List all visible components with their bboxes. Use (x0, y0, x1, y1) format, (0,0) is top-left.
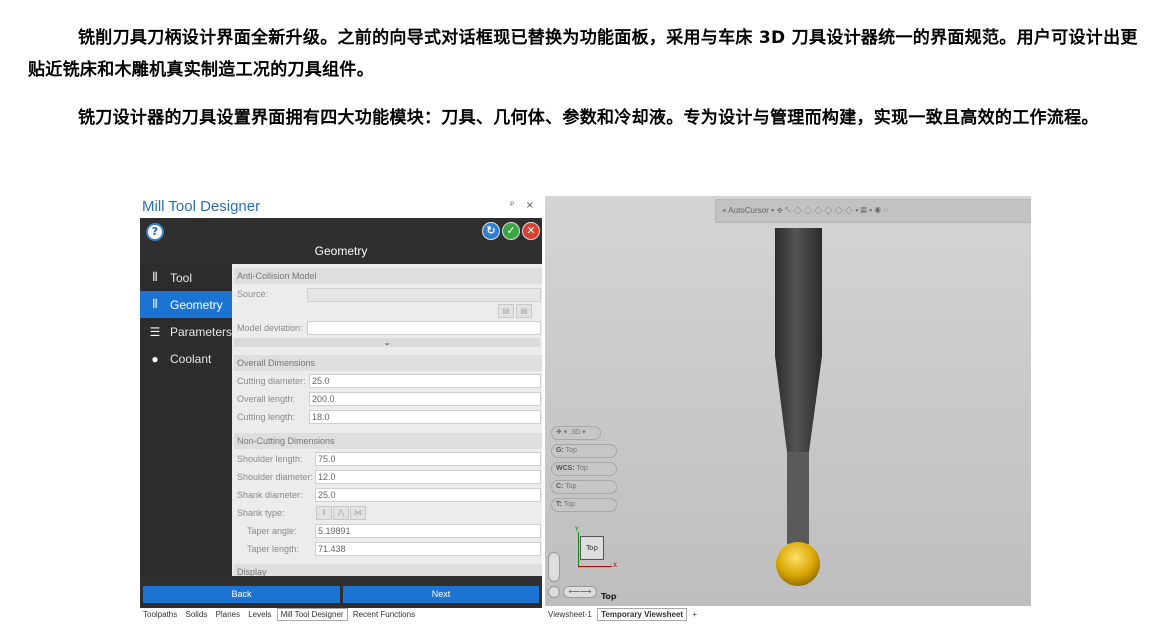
cancel-button[interactable]: ✕ (522, 222, 540, 240)
cplane-value: Top (565, 483, 577, 490)
tool-ball-tip (776, 542, 820, 586)
tab-solids[interactable]: Solids (182, 609, 210, 620)
shank-diameter-field[interactable]: 25.0 (315, 488, 541, 502)
chevron-down-icon[interactable]: ⌄ (234, 338, 540, 347)
view-3d-label[interactable]: 3D (571, 429, 580, 436)
cutting-length-label: Cutting length: (237, 412, 296, 422)
section-anti-collision[interactable]: Anti-Collision Model (234, 268, 542, 284)
overall-length-label: Overall length: (237, 394, 296, 404)
tool-shoulder (787, 452, 809, 544)
shoulder-diameter-field[interactable]: 12.0 (315, 470, 541, 484)
tplane-label: T: (556, 501, 562, 508)
sidebar-item-label: Tool (170, 270, 193, 285)
shank-diameter-label: Shank diameter: (237, 490, 303, 500)
model-deviation-label: Model deviation: (237, 323, 303, 333)
source-field[interactable] (307, 288, 541, 302)
cutting-length-field[interactable]: 18.0 (309, 410, 541, 424)
gview-value: Top (565, 447, 577, 454)
current-view-label: Top (601, 592, 617, 601)
sidebar-item-label: Coolant (170, 351, 212, 366)
tab-toolpaths[interactable]: Toolpaths (140, 609, 180, 620)
vertical-pan-control[interactable] (548, 552, 560, 582)
x-axis-label: X (613, 562, 618, 569)
panel-pin-close-controls[interactable]: ᵖ × (510, 200, 538, 211)
wcs-value: Top (576, 465, 588, 472)
wcs-selector[interactable]: WCS: Top (551, 462, 617, 476)
geometry-content: Anti-Collision Model Source: ▤ ▤ Model d… (232, 264, 542, 576)
sidebar-item-parameters[interactable]: ☰ Parameters (140, 318, 232, 345)
drill-bit-icon: ⫴ (152, 270, 158, 284)
coolant-drop-icon: ● (151, 351, 159, 366)
geometry-icon: ⫴ (152, 297, 158, 311)
panel-header: ? ↻ ✓ ✕ Geometry (140, 218, 542, 264)
panel-footer: Back Next (140, 576, 542, 608)
sidebar-item-label: Geometry (170, 297, 223, 312)
model-deviation-field[interactable] (307, 321, 541, 335)
tab-viewsheet-1[interactable]: Viewsheet-1 (545, 609, 595, 620)
view-cube[interactable]: Top (580, 536, 604, 560)
taper-length-field[interactable]: 71.438 (315, 542, 541, 556)
intro-paragraph-2: 铣刀设计器的刀具设置界面拥有四大功能模块：刀具、几何体、参数和冷却液。专为设计与… (78, 108, 1099, 128)
rotate-icon[interactable] (548, 586, 560, 598)
wcs-label: WCS: (556, 465, 575, 472)
help-icon[interactable]: ? (146, 223, 164, 241)
panel-title: Mill Tool Designer (142, 198, 261, 215)
tool-taper (775, 356, 822, 452)
ok-button[interactable]: ✓ (502, 222, 520, 240)
shoulder-diameter-label: Shoulder diameter: (237, 472, 314, 482)
section-overall-dimensions[interactable]: Overall Dimensions (234, 355, 542, 371)
sidebar-item-tool[interactable]: ⫴ Tool (140, 264, 232, 291)
viewsheet-tabs: Viewsheet-1 Temporary Viewsheet + (545, 608, 1031, 623)
apply-button[interactable]: ↻ (482, 222, 500, 240)
y-axis-label: Y (575, 526, 579, 533)
section-non-cutting-dimensions[interactable]: Non-Cutting Dimensions (234, 433, 542, 449)
edit-model-icon[interactable]: ▤ (516, 304, 532, 318)
horizontal-pan-control[interactable]: ⟵⟶ (563, 586, 597, 598)
sidebar-nav: ⫴ Tool ⫴ Geometry ☰ Parameters ● Coolant (140, 264, 232, 576)
sidebar-item-label: Parameters (169, 324, 232, 339)
taper-angle-field[interactable]: 5.19891 (315, 524, 541, 538)
shoulder-length-field[interactable]: 75.0 (315, 452, 541, 466)
sidebar-item-geometry[interactable]: ⫴ Geometry (140, 291, 232, 318)
section-display[interactable]: Display (234, 564, 542, 576)
cplane-label: C: (556, 483, 564, 490)
x-axis (578, 566, 612, 567)
mill-tool-designer-panel: Mill Tool Designer ᵖ × ? ↻ ✓ ✕ Geometry … (140, 196, 542, 624)
tab-planes[interactable]: Planes (213, 609, 243, 620)
select-model-icon[interactable]: ▤ (498, 304, 514, 318)
tab-mill-tool-designer[interactable]: Mill Tool Designer (276, 608, 348, 621)
tool-model-view (775, 228, 822, 586)
overall-length-field[interactable]: 200.0 (309, 392, 541, 406)
tplane-selector[interactable]: T: Top (551, 498, 617, 512)
parameters-icon: ☰ (149, 324, 161, 339)
back-button[interactable]: Back (143, 586, 340, 603)
cplane-selector[interactable]: C: Top (551, 480, 617, 494)
graphics-viewport[interactable]: ⌖ AutoCursor ▾ ✥ ↖ ◇ ◇ ◇ ◇ ◇ ◇ ▾ ▦ ▾ ◉ ◌… (545, 196, 1031, 606)
add-viewsheet-button[interactable]: + (689, 609, 700, 620)
tplane-value: Top (563, 501, 575, 508)
taper-length-label: Taper length: (247, 544, 300, 554)
gview-selector[interactable]: G: Top (551, 444, 617, 458)
tool-shank (775, 228, 822, 356)
shank-straight-icon[interactable]: ‖ (316, 506, 332, 520)
tab-temporary-viewsheet[interactable]: Temporary Viewsheet (597, 608, 688, 621)
shank-taper-icon[interactable]: ⋀ (333, 506, 349, 520)
manager-tabs: Toolpaths Solids Planes Levels Mill Tool… (140, 608, 542, 623)
shank-necked-icon[interactable]: ⋈ (350, 506, 366, 520)
cutting-diameter-label: Cutting diameter: (237, 376, 306, 386)
gview-label: G: (556, 447, 564, 454)
shank-type-label: Shank type: (237, 508, 285, 518)
source-label: Source: (237, 289, 269, 299)
header-title: Geometry (314, 244, 368, 258)
next-button[interactable]: Next (343, 586, 539, 603)
intro-paragraph-1: 铣削刀具刀柄设计界面全新升级。之前的向导式对话框现已替换为功能面板，采用与车床 … (28, 28, 1138, 80)
taper-angle-label: Taper angle: (247, 526, 297, 536)
view-mode-pill[interactable]: ✚ ▾ 3D ▾ (551, 426, 601, 440)
tab-levels[interactable]: Levels (245, 609, 274, 620)
sidebar-item-coolant[interactable]: ● Coolant (140, 345, 232, 372)
shoulder-length-label: Shoulder length: (237, 454, 303, 464)
y-axis (578, 532, 579, 566)
tab-recent-functions[interactable]: Recent Functions (350, 609, 418, 620)
cutting-diameter-field[interactable]: 25.0 (309, 374, 541, 388)
